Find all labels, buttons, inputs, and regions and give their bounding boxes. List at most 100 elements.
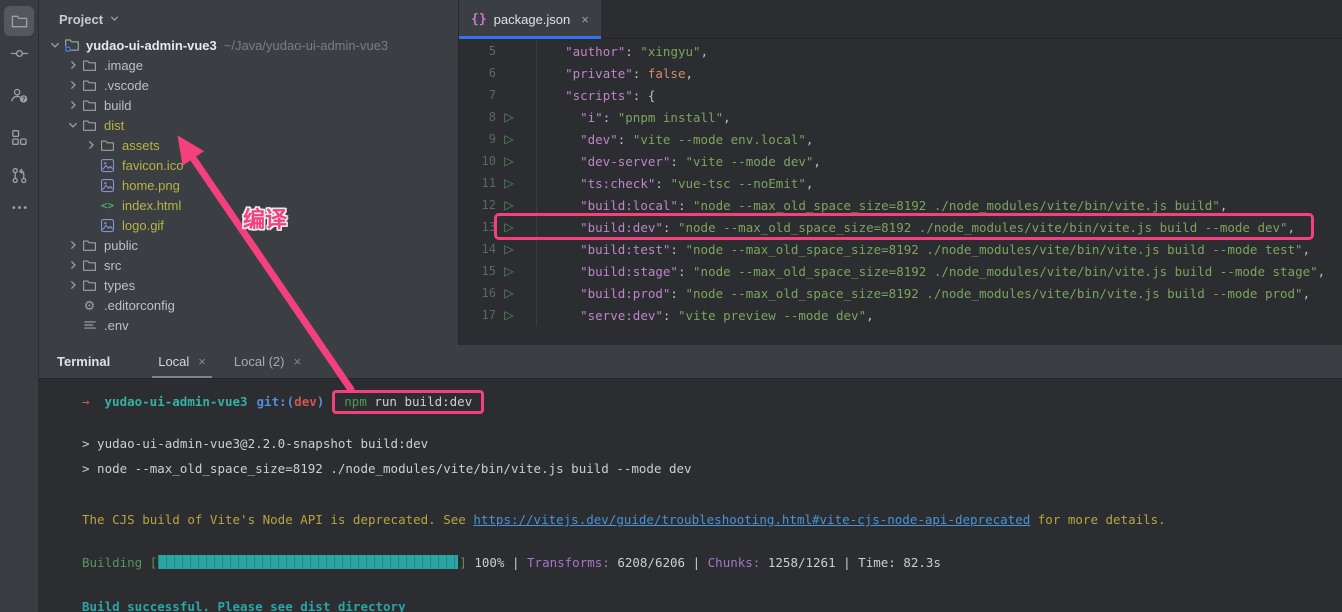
chevron-right-icon[interactable] <box>83 137 99 153</box>
tree-item--editorconfig[interactable]: ⚙.editorconfig <box>39 295 458 315</box>
line-number: 12 <box>458 198 496 212</box>
tree-item-public[interactable]: public <box>39 235 458 255</box>
tree-item-home-png[interactable]: home.png <box>39 175 458 195</box>
code-line-9: 9▷ "dev": "vite --mode env.local", <box>458 128 1342 150</box>
code-editor[interactable]: 5 "author": "xingyu",6 "private": false,… <box>458 40 1342 326</box>
terminal-output[interactable]: →yudao-ui-admin-vue3git:(dev)npm run bui… <box>39 379 1342 612</box>
chevron-right-icon[interactable] <box>65 237 81 253</box>
code-line-10: 10▷ "dev-server": "vite --mode dev", <box>458 150 1342 172</box>
folder-icon <box>81 97 98 113</box>
gutter-separator <box>522 62 537 84</box>
editor-panel: {} package.json × 5 "author": "xingyu",6… <box>458 0 1342 345</box>
run-script-icon[interactable]: ▷ <box>496 286 522 300</box>
line-number: 11 <box>458 176 496 190</box>
line-number: 7 <box>458 88 496 102</box>
line-number: 9 <box>458 132 496 146</box>
run-script-icon[interactable]: ▷ <box>496 176 522 190</box>
run-script-icon[interactable]: ▷ <box>496 308 522 322</box>
chevron-spacer <box>83 217 99 233</box>
code-text: "serve:dev": "vite preview --mode dev", <box>550 308 874 323</box>
terminal-line: Building [] 100% | Transforms: 6208/6206… <box>82 550 1342 575</box>
code-line-6: 6 "private": false, <box>458 62 1342 84</box>
gutter-separator <box>522 84 537 106</box>
tree-item-label: logo.gif <box>122 218 164 233</box>
terminal-tab-local-2[interactable]: Local (2) × <box>220 345 315 378</box>
run-script-icon[interactable]: ▷ <box>496 242 522 256</box>
tree-item-yudao-ui-admin-vue3[interactable]: yudao-ui-admin-vue3 ~/Java/yudao-ui-admin… <box>39 35 458 55</box>
code-line-7: 7 "scripts": { <box>458 84 1342 106</box>
tree-item-label: .image <box>104 58 143 73</box>
tree-item-assets[interactable]: assets <box>39 135 458 155</box>
chevron-right-icon[interactable] <box>65 77 81 93</box>
code-text: "build:local": "node --max_old_space_siz… <box>550 198 1227 213</box>
chevron-right-icon[interactable] <box>65 277 81 293</box>
learn-icon[interactable]: ? <box>4 80 34 110</box>
project-panel-header[interactable]: Project <box>39 0 458 35</box>
tree-item--image[interactable]: .image <box>39 55 458 75</box>
close-terminal-tab-icon[interactable]: × <box>198 354 206 369</box>
terminal-link[interactable]: https://vitejs.dev/guide/troubleshooting… <box>473 512 1030 527</box>
tree-item-label: dist <box>104 118 124 133</box>
gutter-separator <box>522 106 537 128</box>
commit-icon[interactable] <box>4 38 34 68</box>
tree-item-label: index.html <box>122 198 181 213</box>
terminal-tab-local[interactable]: Local × <box>144 345 220 378</box>
tree-item-label: .editorconfig <box>104 298 175 313</box>
tree-item-label: assets <box>122 138 160 153</box>
tree-item--env[interactable]: .env <box>39 315 458 335</box>
chevron-spacer <box>65 297 81 313</box>
tree-item-label: build <box>104 98 131 113</box>
chevron-spacer <box>83 177 99 193</box>
terminal-line: Build successful. Please see dist direct… <box>82 594 1342 612</box>
chevron-right-icon[interactable] <box>65 257 81 273</box>
tree-item-types[interactable]: types <box>39 275 458 295</box>
tree-item-label: .env <box>104 318 129 333</box>
code-text: "build:prod": "node --max_old_space_size… <box>550 286 1310 301</box>
code-line-11: 11▷ "ts:check": "vue-tsc --noEmit", <box>458 172 1342 194</box>
tree-item-label: home.png <box>122 178 180 193</box>
image-icon <box>99 157 116 173</box>
terminal-line: > node --max_old_space_size=8192 ./node_… <box>82 456 1342 481</box>
code-text: "dev": "vite --mode env.local", <box>550 132 813 147</box>
close-terminal-tab-icon[interactable]: × <box>293 354 301 369</box>
run-script-icon[interactable]: ▷ <box>496 110 522 124</box>
tree-item-label: yudao-ui-admin-vue3 <box>86 38 217 53</box>
tree-item-logo-gif[interactable]: logo.gif <box>39 215 458 235</box>
code-text: "build:test": "node --max_old_space_size… <box>550 242 1310 257</box>
chevron-spacer <box>83 197 99 213</box>
terminal-prompt-line: →yudao-ui-admin-vue3git:(dev)npm run bui… <box>82 387 1342 417</box>
chevron-right-icon[interactable] <box>65 97 81 113</box>
code-text: "build:stage": "node --max_old_space_siz… <box>550 264 1325 279</box>
tree-item-favicon-ico[interactable]: favicon.ico <box>39 155 458 175</box>
tree-item--vscode[interactable]: .vscode <box>39 75 458 95</box>
more-options-icon[interactable] <box>4 192 34 222</box>
tree-item-index-html[interactable]: <>index.html <box>39 195 458 215</box>
run-script-icon[interactable]: ▷ <box>496 198 522 212</box>
pull-requests-icon[interactable] <box>4 160 34 190</box>
folder-icon <box>81 257 98 273</box>
project-folder-icon[interactable] <box>4 6 34 36</box>
run-script-icon[interactable]: ▷ <box>496 264 522 278</box>
code-line-5: 5 "author": "xingyu", <box>458 40 1342 62</box>
run-script-icon[interactable]: ▷ <box>496 154 522 168</box>
tool-window-stripe: ? <box>0 0 39 612</box>
tree-item-dist[interactable]: dist <box>39 115 458 135</box>
project-root-icon <box>63 37 80 53</box>
tree-item-src[interactable]: src <box>39 255 458 275</box>
terminal-text: Building [ <box>82 555 157 570</box>
close-tab-icon[interactable]: × <box>581 12 589 27</box>
line-number: 16 <box>458 286 496 300</box>
tab-package-json[interactable]: {} package.json × <box>458 0 601 38</box>
project-panel: Project yudao-ui-admin-vue3 ~/Java/yudao-… <box>39 0 459 345</box>
chevron-down-icon[interactable] <box>65 117 81 133</box>
chevron-right-icon[interactable] <box>65 57 81 73</box>
chevron-down-icon[interactable] <box>47 37 63 53</box>
terminal-text: ] <box>459 555 467 570</box>
project-path-hint: ~/Java/yudao-ui-admin-vue3 <box>224 38 388 53</box>
terminal-text: 1258/1261 | Time: 82.3s <box>760 555 941 570</box>
terminal-output-lines: > yudao-ui-admin-vue3@2.2.0-snapshot bui… <box>82 431 1342 612</box>
line-number: 5 <box>458 44 496 58</box>
run-script-icon[interactable]: ▷ <box>496 132 522 146</box>
tree-item-build[interactable]: build <box>39 95 458 115</box>
structure-icon[interactable] <box>4 122 34 152</box>
